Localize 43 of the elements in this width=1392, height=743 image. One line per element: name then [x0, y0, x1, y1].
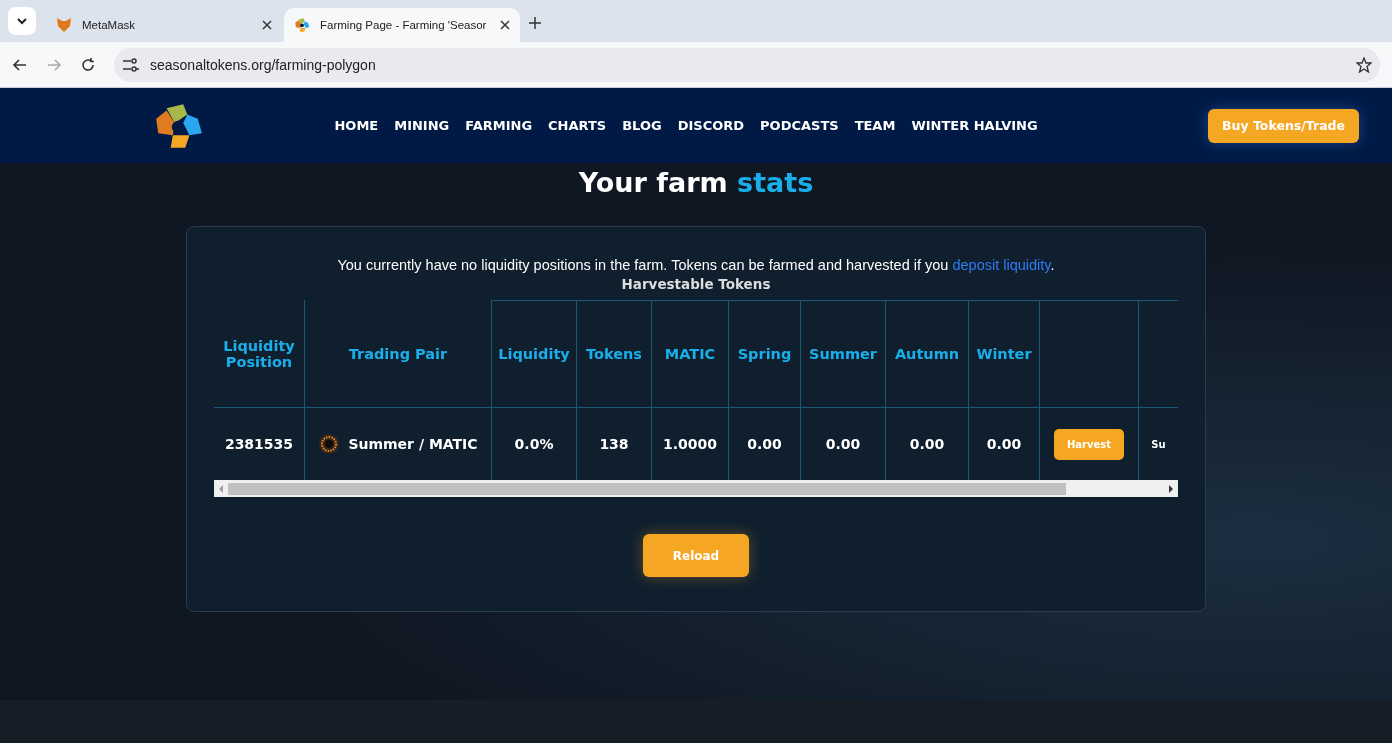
column-header: Summer — [800, 300, 885, 408]
nav-link[interactable]: FARMING — [465, 118, 533, 133]
tab-title: MetaMask — [82, 19, 137, 31]
nav-link[interactable]: MINING — [394, 118, 450, 133]
logo-icon — [294, 17, 310, 33]
browser-tab[interactable]: Farming Page - Farming 'Seasor — [284, 8, 520, 42]
tab-list-button[interactable] — [8, 7, 36, 35]
nav-link[interactable]: DISCORD — [677, 118, 745, 133]
new-tab-button[interactable] — [528, 16, 542, 30]
tab-title: Farming Page - Farming 'Seasor — [320, 19, 488, 31]
column-header: Trading Pair — [304, 300, 491, 408]
fox-icon — [56, 17, 72, 33]
url-text: seasonaltokens.org/farming-polygon — [150, 56, 377, 73]
group-heading: Harvestable Tokens — [621, 276, 771, 292]
column-header: Autumn — [885, 300, 968, 408]
nav-link[interactable]: CHARTS — [548, 118, 607, 133]
nav-link[interactable]: PODCASTS — [760, 118, 839, 133]
nav-link[interactable]: WINTER HALVING — [911, 118, 1038, 133]
column-header: Liquidity — [491, 300, 576, 408]
column-header: MATIC — [651, 300, 728, 408]
scroll-right-icon[interactable] — [1168, 484, 1174, 493]
star-icon[interactable] — [1356, 56, 1372, 73]
nav-link[interactable]: TEAM — [854, 118, 896, 133]
table-cell-text: 2381535 — [223, 435, 295, 454]
horizontal-scrollbar[interactable] — [214, 480, 1178, 497]
browser-tab[interactable]: MetaMask — [46, 8, 282, 42]
back-button[interactable] — [12, 56, 28, 73]
notice-text: You currently have no liquidity positions in the farm. Tokens can be farmed and harvested if you deposit liquidity. — [337, 257, 1055, 273]
site-settings-icon — [122, 57, 140, 72]
column-header: Spring — [728, 300, 800, 408]
close-tab-button[interactable] — [262, 20, 272, 30]
column-header: Winter — [968, 300, 1039, 408]
chevron-down-icon — [17, 17, 27, 25]
address-bar[interactable]: seasonaltokens.org/farming-polygon — [114, 47, 1380, 82]
deposit-liquidity-link[interactable]: deposit liquidity — [952, 257, 1051, 273]
sun-token-icon — [318, 433, 341, 455]
page-heading: Your farm stats — [578, 167, 814, 198]
close-tab-button[interactable] — [500, 20, 510, 30]
reload-button[interactable] — [80, 56, 96, 73]
column-header: Tokens — [576, 300, 651, 408]
nav-link[interactable]: BLOG — [622, 118, 662, 133]
nav-link[interactable]: HOME — [334, 118, 379, 133]
column-header: Liquidity Position — [214, 300, 304, 408]
